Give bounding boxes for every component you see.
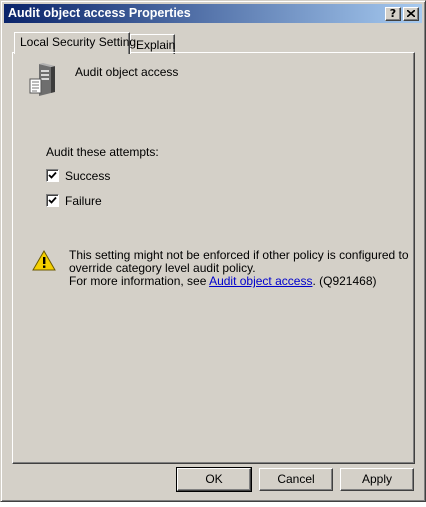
tab-explain[interactable]: Explain [130,34,175,54]
audit-object-access-link[interactable]: Audit object access [209,274,312,288]
failure-checkbox[interactable] [46,194,59,208]
apply-button[interactable]: Apply [340,468,414,491]
tab-local-security-setting[interactable]: Local Security Setting [14,32,136,54]
more-info-prefix: For more information, see [69,274,210,288]
checkmark-icon [48,172,57,180]
warning-message: This setting might not be enforced if ot… [69,249,409,288]
help-icon: ? [389,7,397,20]
warning-more-info: For more information, see Audit object a… [69,275,409,288]
policy-name: Audit object access [75,65,179,79]
close-icon [407,10,415,17]
server-icon [29,63,55,96]
tab-label: Explain [136,38,176,52]
checkmark-icon [48,197,57,205]
failure-label: Failure [65,194,102,208]
warning-icon [32,250,56,271]
kb-reference: . (Q921468) [312,274,377,288]
window-title: Audit object access Properties [8,6,191,20]
ok-button[interactable]: OK [176,467,252,492]
properties-dialog: Audit object access Properties ? Local S… [0,0,426,502]
success-checkbox[interactable] [46,169,59,183]
close-button[interactable] [403,7,419,21]
failure-option[interactable]: Failure [46,194,102,208]
tab-panel: Audit object access Audit these attempts… [12,52,415,464]
cancel-button[interactable]: Cancel [259,468,333,491]
title-bar[interactable]: Audit object access Properties ? [4,4,422,23]
help-button[interactable]: ? [385,7,401,21]
success-label: Success [65,169,111,183]
tab-label: Local Security Setting [20,35,137,49]
success-option[interactable]: Success [46,169,110,183]
audit-attempts-label: Audit these attempts: [46,145,159,159]
